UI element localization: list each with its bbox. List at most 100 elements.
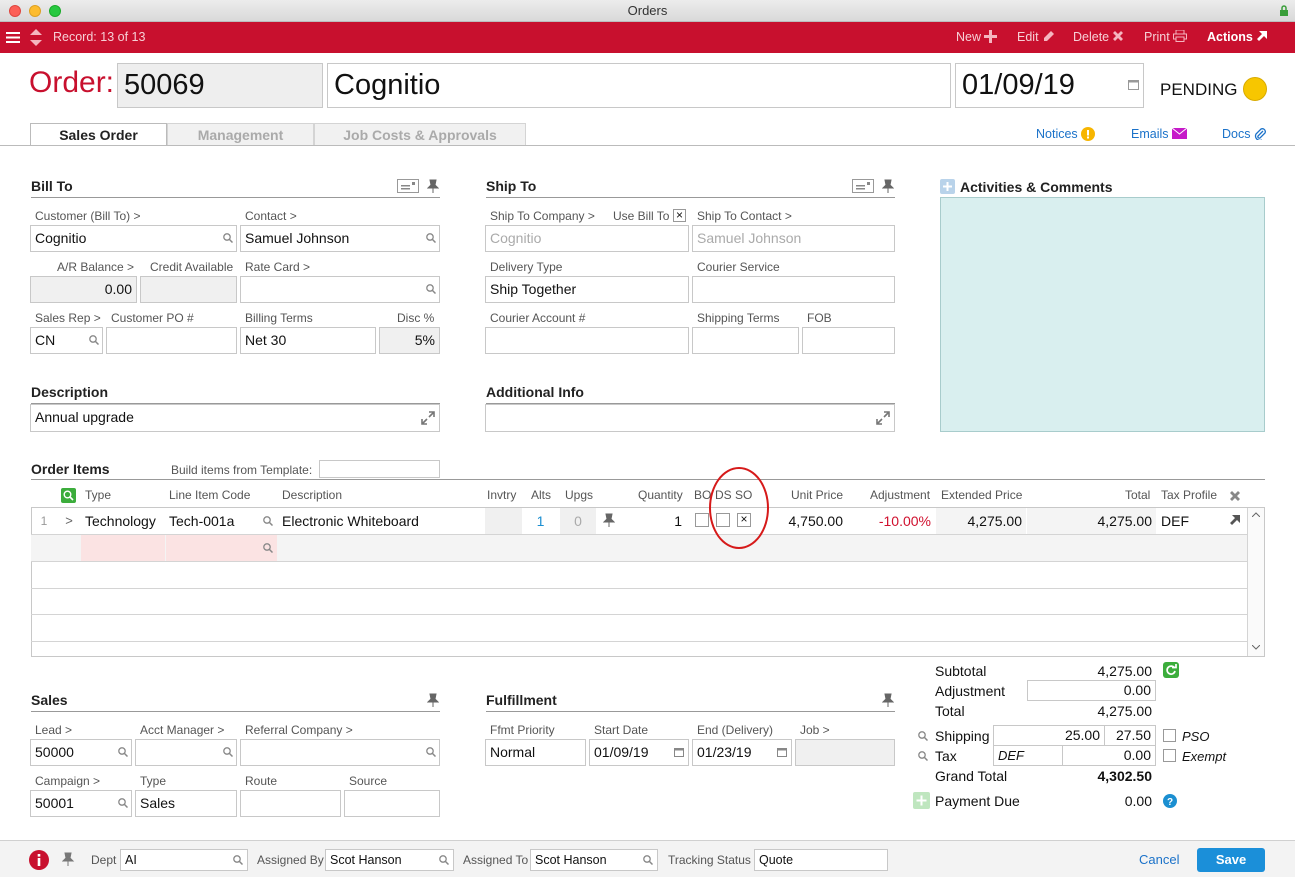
row-alts[interactable]: 1 bbox=[522, 508, 559, 534]
pin-icon[interactable] bbox=[882, 179, 894, 193]
save-button[interactable]: Save bbox=[1197, 848, 1265, 872]
shipping-label[interactable]: Shipping bbox=[935, 728, 990, 744]
shipping-cost-field[interactable]: 25.00 bbox=[993, 725, 1105, 746]
acct-manager-field[interactable] bbox=[135, 739, 237, 766]
docs-link[interactable]: Docs bbox=[1222, 127, 1266, 142]
pin-icon[interactable] bbox=[882, 693, 894, 707]
new-button[interactable]: New bbox=[956, 22, 998, 53]
search-icon[interactable] bbox=[426, 284, 436, 294]
billing-terms-field[interactable]: Net 30 bbox=[240, 327, 376, 354]
expand-icon[interactable] bbox=[876, 411, 890, 425]
search-icon[interactable] bbox=[918, 751, 928, 761]
cancel-button[interactable]: Cancel bbox=[1139, 852, 1179, 867]
new-row-type-cell[interactable] bbox=[81, 535, 165, 561]
search-icon[interactable] bbox=[223, 747, 233, 757]
search-icon[interactable] bbox=[233, 855, 243, 865]
search-icon[interactable] bbox=[223, 233, 233, 243]
notices-link[interactable]: Notices bbox=[1036, 127, 1096, 141]
address-card-icon[interactable] bbox=[397, 179, 419, 193]
tax-profile-field[interactable]: DEF bbox=[993, 745, 1063, 766]
start-date-field[interactable]: 01/09/19 bbox=[589, 739, 689, 766]
ship-to-contact-field[interactable]: Samuel Johnson bbox=[692, 225, 895, 252]
pso-checkbox[interactable] bbox=[1163, 729, 1176, 742]
search-icon[interactable] bbox=[263, 543, 273, 553]
calendar-icon[interactable] bbox=[674, 747, 684, 757]
remove-columns-icon[interactable] bbox=[1229, 490, 1241, 502]
close-window-button[interactable] bbox=[9, 5, 21, 17]
dept-field[interactable]: AI bbox=[120, 849, 248, 871]
row-unit-price[interactable]: 4,750.00 bbox=[765, 508, 847, 534]
search-icon[interactable] bbox=[118, 747, 128, 757]
search-icon[interactable] bbox=[918, 731, 928, 741]
lead-field[interactable]: 50000 bbox=[30, 739, 132, 766]
calendar-icon[interactable] bbox=[777, 747, 787, 757]
tab-sales-order[interactable]: Sales Order bbox=[30, 123, 167, 146]
pin-icon[interactable] bbox=[427, 693, 439, 707]
delivery-type-field[interactable]: Ship Together bbox=[485, 276, 689, 303]
row-description[interactable]: Electronic Whiteboard bbox=[278, 508, 484, 534]
referral-company-label[interactable]: Referral Company > bbox=[245, 723, 353, 737]
row-line-item-code[interactable]: Tech-001a bbox=[165, 508, 277, 534]
refresh-icon[interactable] bbox=[1163, 662, 1179, 678]
search-icon[interactable] bbox=[263, 516, 273, 526]
print-button[interactable]: Print bbox=[1144, 22, 1187, 53]
rate-card-label[interactable]: Rate Card > bbox=[245, 260, 310, 274]
activities-panel[interactable] bbox=[940, 197, 1265, 432]
search-icon[interactable] bbox=[118, 798, 128, 808]
sales-rep-label[interactable]: Sales Rep > bbox=[35, 311, 101, 325]
courier-account-field[interactable] bbox=[485, 327, 689, 354]
referral-company-field[interactable] bbox=[240, 739, 440, 766]
add-activity-icon[interactable] bbox=[940, 179, 955, 194]
shipping-price-field[interactable]: 27.50 bbox=[1104, 725, 1156, 746]
tax-field[interactable]: 0.00 bbox=[1062, 745, 1156, 766]
tab-job-costs-approvals[interactable]: Job Costs & Approvals bbox=[314, 123, 526, 145]
help-icon[interactable]: ? bbox=[1163, 794, 1177, 808]
search-icon[interactable] bbox=[643, 855, 653, 865]
order-date-field[interactable]: 01/09/19 bbox=[955, 63, 1144, 108]
address-card-icon[interactable] bbox=[852, 179, 874, 193]
rate-card-field[interactable] bbox=[240, 276, 440, 303]
contact-label[interactable]: Contact > bbox=[245, 209, 297, 223]
use-bill-to-checkbox[interactable]: × bbox=[673, 209, 686, 222]
record-navigator-icon[interactable] bbox=[29, 28, 43, 47]
disc-field[interactable]: 5% bbox=[379, 327, 440, 354]
row-type[interactable]: Technology bbox=[81, 508, 165, 534]
contact-field[interactable]: Samuel Johnson bbox=[240, 225, 440, 252]
scroll-down-icon[interactable] bbox=[1252, 645, 1260, 650]
sales-rep-field[interactable]: CN bbox=[30, 327, 103, 354]
calendar-icon[interactable] bbox=[1128, 79, 1139, 90]
open-item-arrow-icon[interactable] bbox=[1229, 514, 1241, 526]
fob-field[interactable] bbox=[802, 327, 895, 354]
emails-link[interactable]: Emails bbox=[1131, 127, 1188, 141]
minimize-window-button[interactable] bbox=[29, 5, 41, 17]
route-field[interactable] bbox=[240, 790, 341, 817]
add-payment-icon[interactable] bbox=[913, 792, 930, 809]
row-bo-checkbox[interactable] bbox=[695, 513, 709, 527]
customer-po-field[interactable] bbox=[106, 327, 237, 354]
pin-icon[interactable] bbox=[603, 513, 615, 527]
customer-field[interactable]: Cognitio bbox=[30, 225, 237, 252]
row-adjustment[interactable]: -10.00% bbox=[850, 508, 935, 534]
search-icon[interactable] bbox=[426, 747, 436, 757]
search-icon[interactable] bbox=[89, 335, 99, 345]
pin-icon[interactable] bbox=[62, 852, 75, 867]
campaign-field[interactable]: 50001 bbox=[30, 790, 132, 817]
ar-balance-label[interactable]: A/R Balance > bbox=[57, 260, 134, 274]
search-icon[interactable] bbox=[426, 233, 436, 243]
new-row-code-cell[interactable] bbox=[166, 535, 277, 561]
scroll-up-icon[interactable] bbox=[1252, 512, 1260, 517]
adjustment-field[interactable]: 0.00 bbox=[1027, 680, 1156, 701]
template-field[interactable] bbox=[319, 460, 440, 478]
ship-to-contact-label[interactable]: Ship To Contact > bbox=[697, 209, 792, 223]
customer-label[interactable]: Customer (Bill To) > bbox=[35, 209, 140, 223]
ship-to-company-label[interactable]: Ship To Company > bbox=[490, 209, 595, 223]
add-row-search-icon[interactable] bbox=[61, 488, 76, 503]
row-tax-profile[interactable]: DEF bbox=[1157, 508, 1219, 534]
actions-button[interactable]: Actions bbox=[1207, 22, 1268, 53]
shipping-terms-field[interactable] bbox=[692, 327, 799, 354]
tab-management[interactable]: Management bbox=[167, 123, 314, 145]
pin-icon[interactable] bbox=[427, 179, 439, 193]
order-number-field[interactable]: 50069 bbox=[117, 63, 323, 108]
delete-button[interactable]: Delete bbox=[1073, 22, 1124, 53]
courier-service-field[interactable] bbox=[692, 276, 895, 303]
